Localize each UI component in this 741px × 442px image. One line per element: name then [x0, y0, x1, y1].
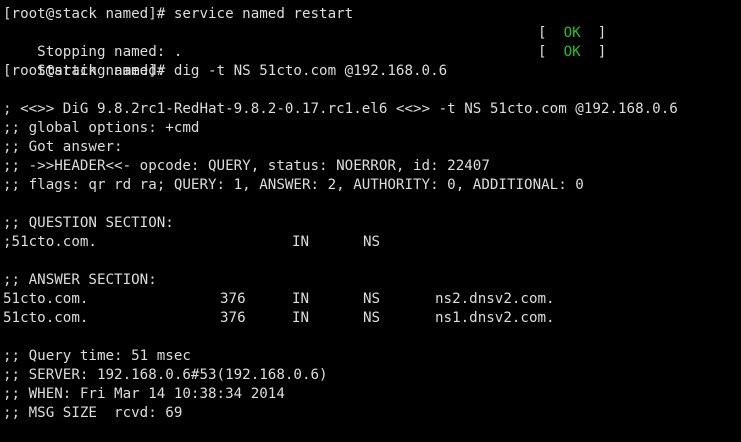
status-close-bracket: ] — [580, 25, 607, 41]
status-badge: [ OK ] — [538, 43, 606, 62]
answer-data: ns1.dnsv2.com. — [435, 310, 555, 326]
question-type: NS — [363, 234, 381, 250]
answer-class: IN — [292, 310, 310, 326]
answer-ttl: 376 — [220, 310, 246, 326]
terminal-line: ;; global options: +cmd — [3, 119, 741, 138]
answer-name: 51cto.com. — [3, 291, 89, 307]
output-text: ;; ->>HEADER<<- opcode: QUERY, status: N… — [3, 158, 490, 174]
status-open-bracket: [ — [538, 44, 564, 60]
output-text: ;; MSG SIZE rcvd: 69 — [3, 405, 183, 421]
output-text: ;; flags: qr rd ra; QUERY: 1, ANSWER: 2,… — [3, 177, 584, 193]
answer-type: NS — [363, 291, 381, 307]
terminal-line: ;; WHEN: Fri Mar 14 10:38:34 2014 — [3, 385, 741, 404]
output-text: ;; Query time: 51 msec — [3, 348, 191, 364]
answer-name: 51cto.com. — [3, 310, 89, 326]
status-badge: [ OK ] — [538, 24, 606, 43]
status-close-bracket: ] — [580, 44, 607, 60]
output-text: ;; global options: +cmd — [3, 120, 200, 136]
output-text: ;; Got answer: — [3, 139, 123, 155]
answer-type: NS — [363, 310, 381, 326]
terminal-line: ;; flags: qr rd ra; QUERY: 1, ANSWER: 2,… — [3, 176, 741, 195]
status-open-bracket: [ — [538, 25, 564, 41]
command-text: [root@stack named]# service named restar… — [3, 6, 354, 22]
answer-ttl: 376 — [220, 291, 246, 307]
answer-class: IN — [292, 291, 310, 307]
terminal-line: ;; MSG SIZE rcvd: 69 — [3, 404, 741, 423]
output-text: ;; QUESTION SECTION: — [3, 215, 174, 231]
question-name: ;51cto.com. — [3, 234, 97, 250]
terminal-line: ;; Got answer: — [3, 138, 741, 157]
answer-data: ns2.dnsv2.com. — [435, 291, 555, 307]
terminal-line: Stopping named: . [ OK ] — [3, 24, 741, 60]
output-text: ;; WHEN: Fri Mar 14 10:38:34 2014 — [3, 386, 285, 402]
output-text: ;; ANSWER SECTION: — [3, 272, 157, 288]
terminal-line: [root@stack named]# dig -t NS 51cto.com … — [3, 62, 741, 81]
terminal-line: ;; Query time: 51 msec — [3, 347, 741, 366]
terminal-line: ;; QUESTION SECTION: — [3, 214, 741, 233]
status-ok: OK — [563, 44, 581, 60]
question-class: IN — [292, 234, 310, 250]
output-text: ; <<>> DiG 9.8.2rc1-RedHat-9.8.2-0.17.rc… — [3, 101, 678, 117]
terminal-line: ;; SERVER: 192.168.0.6#53(192.168.0.6) — [3, 366, 741, 385]
command-text: [root@stack named]# dig -t NS 51cto.com … — [3, 63, 448, 79]
status-ok: OK — [563, 25, 581, 41]
terminal-line: Starting named: [ OK ] — [3, 43, 741, 79]
terminal-line: ;; ->>HEADER<<- opcode: QUERY, status: N… — [3, 157, 741, 176]
terminal-line: ; <<>> DiG 9.8.2rc1-RedHat-9.8.2-0.17.rc… — [3, 100, 741, 119]
question-row: ;51cto.com. IN NS — [3, 233, 741, 252]
answer-row: 51cto.com. 376 IN NS ns2.dnsv2.com. — [3, 290, 741, 309]
terminal-line: [root@stack named]# service named restar… — [3, 5, 741, 24]
output-text: ;; SERVER: 192.168.0.6#53(192.168.0.6) — [3, 367, 328, 383]
answer-row: 51cto.com. 376 IN NS ns1.dnsv2.com. — [3, 309, 741, 328]
terminal-window[interactable]: [root@stack named]# service named restar… — [0, 0, 741, 427]
terminal-line: ;; ANSWER SECTION: — [3, 271, 741, 290]
